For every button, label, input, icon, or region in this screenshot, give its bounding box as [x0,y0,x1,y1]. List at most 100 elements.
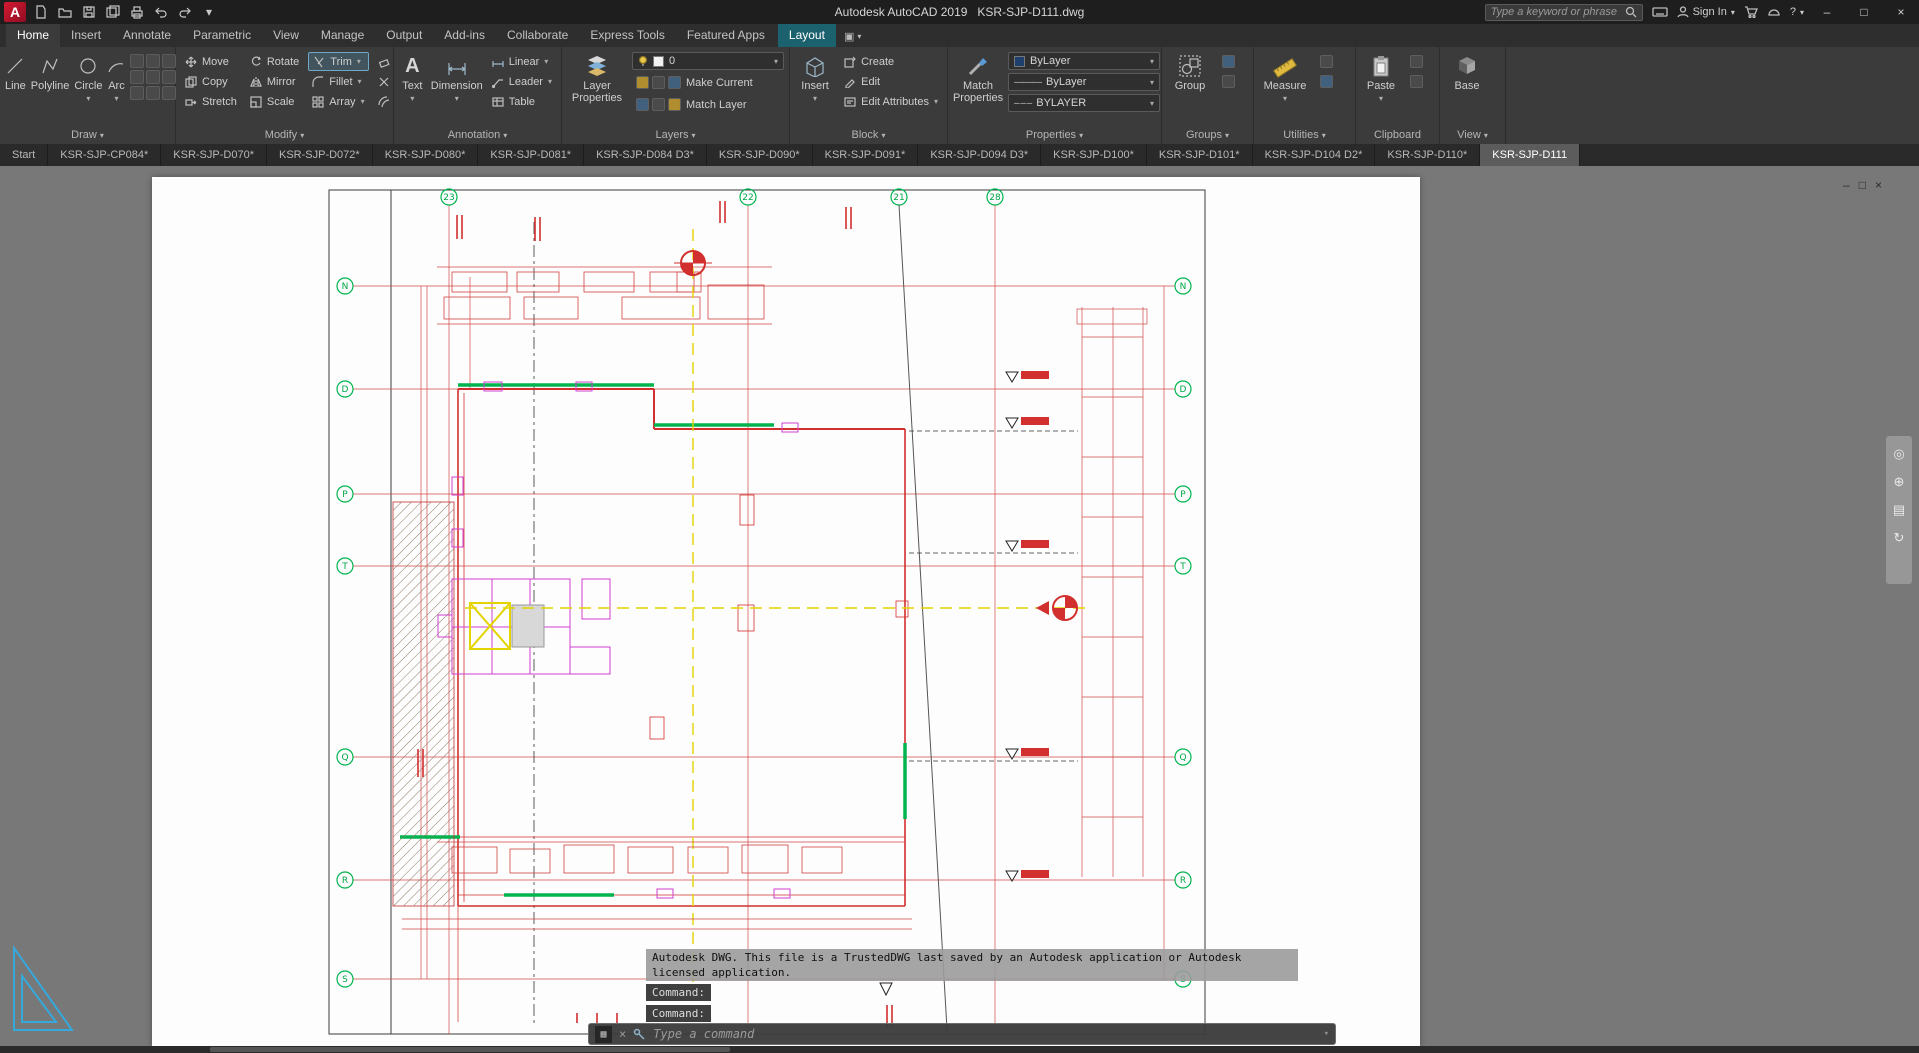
groups-panel-footer[interactable]: Groups▾ [1162,128,1253,144]
app-store-cart-icon[interactable] [1744,6,1758,18]
ribbon-tab-layout[interactable]: Layout [778,24,836,47]
close-button[interactable]: × [1887,2,1915,22]
qat-customize-icon[interactable]: ▾ [199,2,219,22]
draw-panel-footer[interactable]: Draw▾ [0,128,175,144]
group-button[interactable]: Group [1167,50,1213,128]
offset-button[interactable] [374,92,394,111]
dwg-minimize-button[interactable]: – [1843,178,1850,192]
drawing-area[interactable]: 23222128NDPTQRSNDPTQRS [0,166,1919,1053]
layer-properties-button[interactable]: Layer Properties [567,50,627,128]
cut-button[interactable] [1406,52,1427,71]
ribbon-tab-featured-apps[interactable]: Featured Apps [676,24,776,47]
match-properties-button[interactable]: Match Properties [953,50,1003,128]
pan-icon[interactable]: ⊕ [1894,474,1905,490]
circle-button[interactable]: Circle ▾ [74,50,102,128]
mirror-button[interactable]: Mirror [246,72,303,91]
sign-in-button[interactable]: Sign In ▾ [1677,6,1735,18]
table-button[interactable]: Table [488,92,556,111]
text-button[interactable]: A Text ▾ [399,50,426,128]
connect-icon[interactable] [1767,6,1781,18]
open-file-icon[interactable] [55,2,75,22]
redo-icon[interactable] [175,2,195,22]
file-tab-ksr-sjp-d091[interactable]: KSR-SJP-D091* [813,144,919,166]
ribbon-tab-collaborate[interactable]: Collaborate [496,24,579,47]
file-tab-ksr-sjp-d094-d3[interactable]: KSR-SJP-D094 D3* [918,144,1041,166]
group-edit-button[interactable] [1218,72,1239,91]
file-tab-start[interactable]: Start [0,144,48,166]
fillet-button[interactable]: Fillet▾ [308,72,368,91]
match-layer-button[interactable]: Match Layer [632,95,784,114]
paste-button[interactable]: Paste ▾ [1361,50,1401,128]
command-close-icon[interactable]: × [619,1027,626,1041]
ribbon-tab-manage[interactable]: Manage [310,24,375,47]
save-icon[interactable] [79,2,99,22]
move-button[interactable]: Move [181,52,241,71]
file-tab-ksr-sjp-d070[interactable]: KSR-SJP-D070* [161,144,267,166]
minimize-button[interactable]: – [1813,2,1841,22]
make-current-button[interactable]: Make Current [632,73,784,92]
circle-flyout-icon[interactable]: ▾ [86,93,90,105]
clipboard-panel-footer[interactable]: Clipboard [1356,128,1439,144]
layers-panel-footer[interactable]: Layers▾ [562,128,789,144]
save-as-icon[interactable] [103,2,123,22]
new-file-icon[interactable] [31,2,51,22]
file-tab-ksr-sjp-d081[interactable]: KSR-SJP-D081* [478,144,584,166]
annotation-panel-footer[interactable]: Annotation▾ [394,128,561,144]
trim-button[interactable]: Trim▾ [308,52,368,71]
ribbon-tab-express-tools[interactable]: Express Tools [579,24,675,47]
arc-button[interactable]: Arc ▾ [107,50,125,128]
file-tab-ksr-sjp-d101[interactable]: KSR-SJP-D101* [1147,144,1253,166]
ribbon-tab-insert[interactable]: Insert [60,24,112,47]
insert-button[interactable]: Insert ▾ [795,50,835,128]
undo-icon[interactable] [151,2,171,22]
ribbon-tab-annotate[interactable]: Annotate [112,24,182,47]
edit-attributes-button[interactable]: Edit Attributes▾ [840,92,942,111]
file-tab-ksr-sjp-d084-d3[interactable]: KSR-SJP-D084 D3* [584,144,707,166]
dwg-restore-button[interactable]: □ [1859,178,1866,192]
stretch-button[interactable]: Stretch [181,92,241,111]
command-line[interactable]: ▦ × Type a command ▾ [588,1023,1336,1045]
edit-block-button[interactable]: Edit [840,72,942,91]
linetype-select[interactable]: – – – BYLAYER ▾ [1008,94,1160,112]
keyboard-icon[interactable] [1652,6,1668,18]
file-tab-ksr-sjp-d100[interactable]: KSR-SJP-D100* [1041,144,1147,166]
draw-extra-tools[interactable] [130,50,176,128]
file-tab-ksr-sjp-d110[interactable]: KSR-SJP-D110* [1375,144,1480,166]
ribbon-tab-output[interactable]: Output [375,24,433,47]
linear-button[interactable]: Linear▾ [488,52,556,71]
file-tab-ksr-sjp-d090[interactable]: KSR-SJP-D090* [707,144,813,166]
block-panel-footer[interactable]: Block▾ [790,128,947,144]
explode-button[interactable] [374,72,394,91]
command-input[interactable]: Type a command [653,1027,754,1041]
line-button[interactable]: Line [5,50,26,128]
ribbon-tab-parametric[interactable]: Parametric [182,24,262,47]
help-search-input[interactable]: Type a keyword or phrase [1485,4,1643,21]
utilities-panel-footer[interactable]: Utilities▾ [1254,128,1355,144]
paper-sheet[interactable]: 23222128NDPTQRSNDPTQRS [152,177,1420,1046]
leader-button[interactable]: Leader▾ [488,72,556,91]
zoom-icon[interactable]: ▤ [1893,502,1905,518]
view-panel-footer[interactable]: View▾ [1440,128,1505,144]
navigation-bar[interactable]: ◎ ⊕ ▤ ↻ [1886,436,1912,584]
orbit-icon[interactable]: ↻ [1894,530,1905,546]
file-tab-ksr-sjp-cp084[interactable]: KSR-SJP-CP084* [48,144,161,166]
quick-calc-button[interactable] [1316,52,1337,71]
ribbon-display-toggle[interactable]: ▣ ▾ [836,26,869,47]
rotate-button[interactable]: Rotate [246,52,303,71]
arc-flyout-icon[interactable]: ▾ [114,93,118,105]
scale-button[interactable]: Scale [246,92,303,111]
base-button[interactable]: Base [1445,50,1489,128]
file-tab-ksr-sjp-d072[interactable]: KSR-SJP-D072* [267,144,373,166]
command-history-icon[interactable]: ▾ [1324,1029,1329,1039]
horizontal-scrollbar[interactable] [0,1046,1919,1053]
layer-select[interactable]: 0 ▾ [632,52,784,70]
command-customize-icon[interactable]: ▦ [595,1026,612,1043]
command-wrench-icon[interactable] [633,1028,646,1041]
ungroup-button[interactable] [1218,52,1239,71]
id-point-button[interactable] [1316,72,1337,91]
array-button[interactable]: Array▾ [308,92,368,111]
erase-button[interactable] [374,52,394,71]
help-button[interactable]: ?▾ [1790,6,1804,18]
lineweight-select[interactable]: ——— ByLayer ▾ [1008,73,1160,91]
properties-panel-footer[interactable]: Properties▾ [948,128,1161,144]
